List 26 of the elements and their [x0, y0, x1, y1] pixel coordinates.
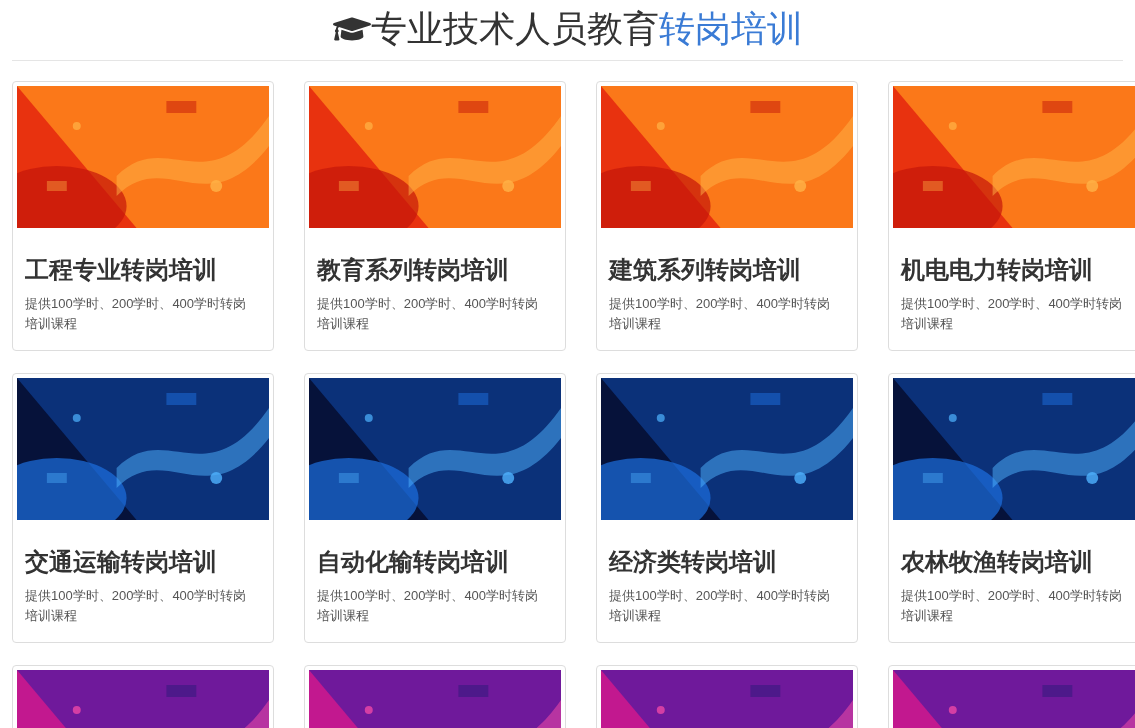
course-card[interactable]: 教育系列转岗培训 提供100学时、200学时、400学时转岗培训课程	[304, 81, 566, 351]
course-description: 提供100学时、200学时、400学时转岗培训课程	[609, 295, 832, 333]
course-card[interactable]: 机电电力转岗培训 提供100学时、200学时、400学时转岗培训课程	[888, 81, 1135, 351]
course-title: 交通运输转岗培训	[25, 547, 218, 577]
course-title: 农林牧渔转岗培训	[901, 547, 1094, 577]
page-title-highlight: 转岗培训	[658, 7, 803, 51]
course-card[interactable]: 农林牧渔转岗培训 提供100学时、200学时、400学时转岗培训课程	[888, 373, 1135, 643]
course-card[interactable]: 工程专业转岗培训 提供100学时、200学时、400学时转岗培训课程	[12, 81, 274, 351]
course-card[interactable]: 自动化输转岗培训 提供100学时、200学时、400学时转岗培训课程	[304, 373, 566, 643]
course-description: 提供100学时、200学时、400学时转岗培训课程	[317, 295, 540, 333]
course-description: 提供100学时、200学时、400学时转岗培训课程	[25, 587, 248, 625]
course-title: 教育系列转岗培训	[317, 255, 510, 285]
course-title: 自动化输转岗培训	[317, 547, 510, 577]
course-card[interactable]: 经济类转岗培训 提供100学时、200学时、400学时转岗培训课程	[596, 373, 858, 643]
course-description: 提供100学时、200学时、400学时转岗培训课程	[609, 587, 832, 625]
course-card[interactable]: 建筑系列转岗培训 提供100学时、200学时、400学时转岗培训课程	[596, 81, 858, 351]
course-description: 提供100学时、200学时、400学时转岗培训课程	[25, 295, 248, 333]
course-title: 机电电力转岗培训	[901, 255, 1094, 285]
course-title: 建筑系列转岗培训	[609, 255, 802, 285]
course-description: 提供100学时、200学时、400学时转岗培训课程	[317, 587, 540, 625]
course-title: 工程专业转岗培训	[25, 255, 218, 285]
course-description: 提供100学时、200学时、400学时转岗培训课程	[901, 295, 1124, 333]
course-title: 经济类转岗培训	[609, 547, 778, 577]
course-description: 提供100学时、200学时、400学时转岗培训课程	[901, 587, 1124, 625]
course-card[interactable]: 交通运输转岗培训 提供100学时、200学时、400学时转岗培训课程	[12, 373, 274, 643]
page-title: 专业技术人员教育	[370, 7, 659, 51]
